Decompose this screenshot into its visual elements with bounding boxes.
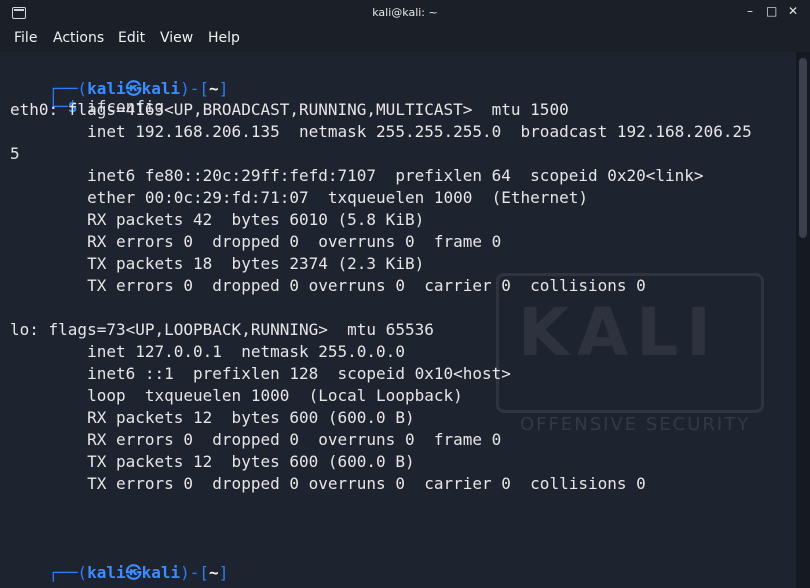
window-title: kali@kali: ~	[372, 6, 438, 19]
title-bar: kali@kali: ~ – □ ✕	[0, 0, 810, 26]
output-line: inet 192.168.206.135 netmask 255.255.255…	[10, 122, 752, 141]
menu-edit[interactable]: Edit	[118, 30, 145, 46]
menu-bar: File Actions Edit View Help	[0, 26, 810, 52]
output-line: TX packets 18 bytes 2374 (2.3 KiB)	[10, 254, 425, 273]
output-line: RX packets 42 bytes 6010 (5.8 KiB)	[10, 210, 425, 229]
output-line: TX errors 0 dropped 0 overruns 0 carrier…	[10, 474, 646, 493]
prompt-dir: ~	[209, 563, 219, 582]
output-line: eth0: flags=4163<UP,BROADCAST,RUNNING,MU…	[10, 100, 569, 119]
output-line: ether 00:0c:29:fd:71:07 txqueuelen 1000 …	[10, 188, 588, 207]
output-line: inet 127.0.0.1 netmask 255.0.0.0	[10, 342, 405, 361]
maximize-button[interactable]: □	[766, 4, 777, 18]
prompt-user: kali	[87, 563, 126, 582]
terminal-area[interactable]: KALI OFFENSIVE SECURITY ┌──(kali㉿kali)-[…	[0, 52, 796, 588]
prompt-dir: ~	[209, 79, 219, 98]
scrollbar-thumb[interactable]	[799, 58, 807, 238]
output-line: RX packets 12 bytes 600 (600.0 B)	[10, 408, 415, 427]
menu-help[interactable]: Help	[208, 30, 240, 46]
kali-tagline: OFFENSIVE SECURITY	[520, 414, 751, 435]
output-line: inet6 fe80::20c:29ff:fefd:7107 prefixlen…	[10, 166, 704, 185]
kali-logo: KALI	[518, 294, 719, 371]
output-line: inet6 ::1 prefixlen 128 scopeid 0x10<hos…	[10, 364, 511, 383]
menu-view[interactable]: View	[160, 30, 193, 46]
output-line: TX packets 12 bytes 600 (600.0 B)	[10, 452, 415, 471]
prompt-line-final: ┌──(kali㉿kali)-[~]	[48, 563, 229, 582]
output-line: RX errors 0 dropped 0 overruns 0 frame 0	[10, 430, 502, 449]
output-line: loop txqueuelen 1000 (Local Loopback)	[10, 386, 463, 405]
output-line: lo: flags=73<UP,LOOPBACK,RUNNING> mtu 65…	[10, 320, 434, 339]
menu-actions[interactable]: Actions	[53, 30, 104, 46]
close-button[interactable]: ✕	[788, 4, 798, 18]
output-line: RX errors 0 dropped 0 overruns 0 frame 0	[10, 232, 502, 251]
menu-file[interactable]: File	[14, 30, 37, 46]
output-line: 5	[10, 144, 20, 163]
minimize-button[interactable]: –	[747, 4, 753, 18]
output-line: TX errors 0 dropped 0 overruns 0 carrier…	[10, 276, 646, 295]
prompt-host: kali	[141, 563, 181, 582]
